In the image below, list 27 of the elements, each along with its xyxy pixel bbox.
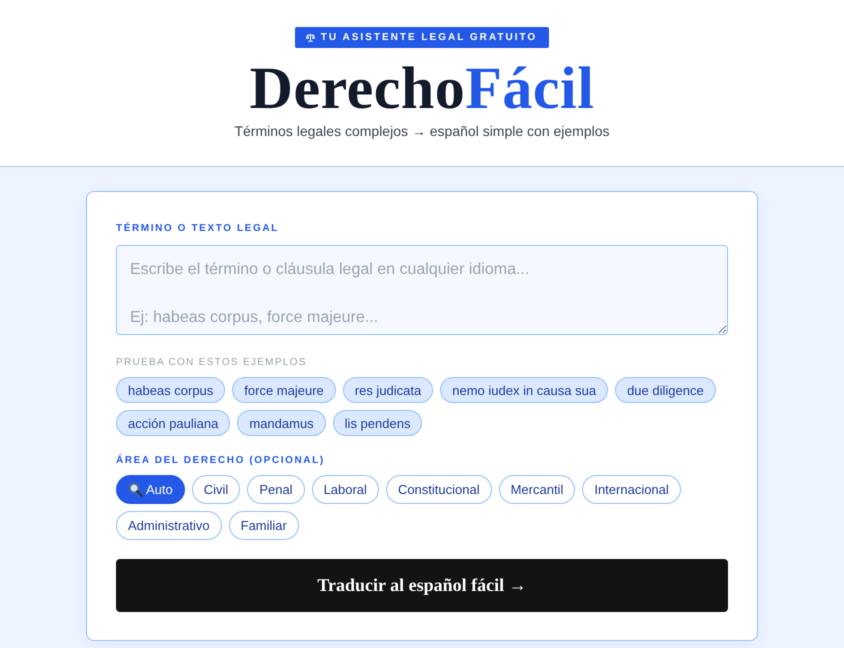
area-chip[interactable]: Auto [116, 475, 185, 504]
example-chip[interactable]: lis pendens [332, 410, 422, 436]
example-chip[interactable]: due diligence [615, 377, 716, 403]
example-chip[interactable]: habeas corpus [116, 377, 226, 403]
subtitle: Términos legales complejos → español simple con ejemplos [234, 123, 610, 139]
area-chip[interactable]: Penal [247, 475, 305, 504]
example-chip[interactable]: nemo iudex in causa sua [440, 377, 608, 403]
example-chip[interactable]: acción pauliana [116, 410, 230, 436]
area-label: ÁREA DEL DERECHO (OPCIONAL) [116, 455, 325, 467]
area-chip[interactable]: Familiar [228, 511, 299, 540]
area-chip[interactable]: Constitucional [386, 475, 492, 504]
area-chip[interactable]: Civil [192, 475, 240, 504]
tagline-text: TU ASISTENTE LEGAL GRATUITO [320, 32, 538, 43]
examples-label: PRUEBA CON ESTOS EJEMPLOS [116, 357, 307, 369]
field-label: TÉRMINO O TEXTO LEGAL [116, 223, 279, 235]
example-chip[interactable]: mandamus [237, 410, 326, 436]
site-logo: DerechoFácil [250, 56, 594, 120]
area-chip[interactable]: Internacional [582, 475, 681, 504]
example-chip[interactable]: force majeure [232, 377, 336, 403]
area-chip[interactable]: Administrativo [116, 511, 222, 540]
term-input-field[interactable]: Escribe el término o cláusula legal en cualquier idioma... Ej: habeas corpus, force majeure... [116, 245, 728, 335]
translate-button[interactable]: Traducir al español fácil → [116, 559, 728, 612]
example-chip[interactable]: res judicata [342, 377, 434, 403]
area-chip[interactable]: Laboral [312, 475, 379, 504]
search-icon [128, 482, 143, 497]
scales-icon [306, 33, 315, 42]
area-chip[interactable]: Mercantil [498, 475, 576, 504]
